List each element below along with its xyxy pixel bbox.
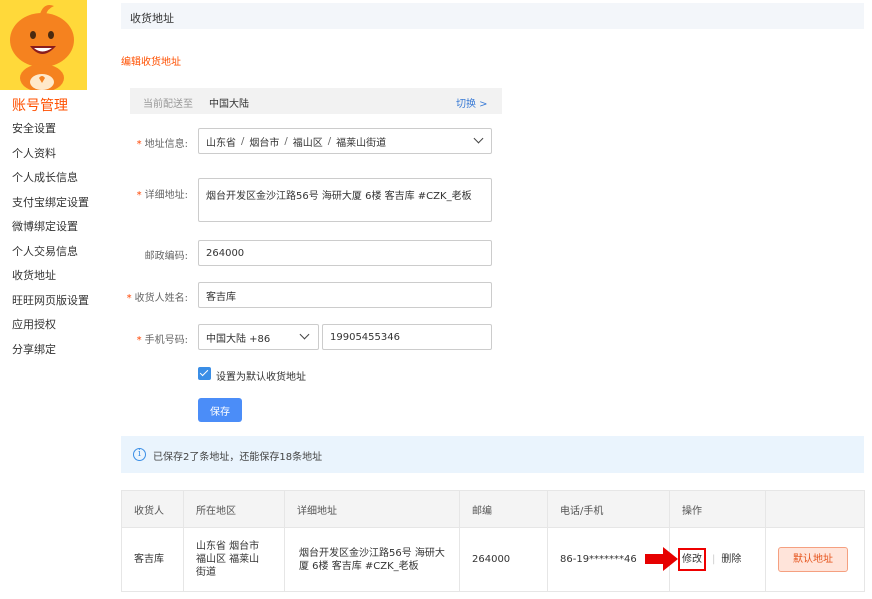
sidebar-item-alipay[interactable]: 支付宝绑定设置 [12,195,89,220]
page-title: 收货地址 [130,12,174,25]
mascot-image [0,0,87,90]
row-receiver: 客吉库 [121,527,184,592]
col-postcode: 邮编 [459,490,548,528]
chevron-down-icon [299,329,310,340]
table-header-row: 收货人 所在地区 详细地址 邮编 电话/手机 操作 [121,490,865,528]
sidebar-item-security[interactable]: 安全设置 [12,121,89,146]
form-title: 编辑收货地址 [121,57,181,68]
save-button[interactable]: 保存 [198,398,242,422]
row-default: 默认地址 [765,527,865,592]
region-value: 中国大陆 [209,99,249,110]
required-mark: * [136,139,142,150]
phone-country-select[interactable]: 中国大陆 +86 [198,324,319,350]
col-phone: 电话/手机 [547,490,670,528]
info-text: 已保存2了条地址，还能保存18条地址 [153,452,323,463]
default-address-button[interactable]: 默认地址 [778,547,848,572]
receiver-name-input[interactable]: 客吉库 [198,282,492,308]
row-operations: 修改 | 删除 [669,527,766,592]
phone-number-input[interactable]: 19905455346 [322,324,492,350]
red-arrow-icon [645,547,678,571]
region-switch-link[interactable]: 切换 > [456,95,488,110]
phone-label: * 手机号码: [136,335,188,346]
address-table: 收货人 所在地区 详细地址 邮编 电话/手机 操作 客吉库 山东省 烟台市 福山… [121,490,865,592]
postcode-input[interactable]: 264000 [198,240,492,266]
page-header: 收货地址 [121,3,864,29]
sidebar-item-app-auth[interactable]: 应用授权 [12,317,89,342]
region-bar: 当前配送至 中国大陆 切换 > [130,88,502,114]
row-postcode: 264000 [459,527,548,592]
district-value: 福山区 [292,137,323,149]
chevron-down-icon [473,133,484,144]
postcode-label: 邮政编码: [144,251,188,262]
address-region-select[interactable]: 山东省 / 烟台市 / 福山区 / 福莱山街道 [198,128,492,154]
detail-address-label: * 详细地址: [136,190,188,201]
col-default [765,490,865,528]
default-address-checkbox[interactable] [198,367,211,380]
col-receiver: 收货人 [121,490,184,528]
delete-link[interactable]: 删除 [721,554,741,565]
address-info-label: * 地址信息: [136,139,188,150]
street-value: 福莱山街道 [336,137,387,149]
edit-link[interactable]: 修改 [678,548,706,571]
province-value: 山东省 [206,137,236,149]
default-address-label[interactable]: 设置为默认收货地址 [216,368,306,383]
sidebar-item-weibo[interactable]: 微博绑定设置 [12,219,89,244]
sidebar-item-address[interactable]: 收货地址 [12,268,89,293]
avatar[interactable] [0,0,87,90]
row-region: 山东省 烟台市 福山区 福莱山 街道 [183,527,285,592]
receiver-name-label: * 收货人姓名: [126,293,188,304]
sidebar-item-share[interactable]: 分享绑定 [12,342,89,367]
sidebar-item-wangwang[interactable]: 旺旺网页版设置 [12,293,89,318]
op-separator: | [712,554,716,565]
table-row: 客吉库 山东省 烟台市 福山区 福莱山 街道 烟台开发区金沙江路56号 海研大厦… [121,527,865,592]
sidebar-item-growth[interactable]: 个人成长信息 [12,170,89,195]
info-icon: i [133,448,146,461]
sidebar-item-trade-info[interactable]: 个人交易信息 [12,244,89,269]
city-value: 烟台市 [249,137,280,149]
col-region: 所在地区 [183,490,285,528]
info-bar: i 已保存2了条地址，还能保存18条地址 [121,436,864,473]
detail-address-textarea[interactable]: 烟台开发区金沙江路56号 海研大厦 6楼 客吉库 #CZK_老板 [198,178,492,222]
col-address: 详细地址 [284,490,460,528]
sidebar-title: 账号管理 [12,98,68,114]
sidebar-menu: 安全设置 个人资料 个人成长信息 支付宝绑定设置 微博绑定设置 个人交易信息 收… [12,121,89,366]
sidebar-item-profile[interactable]: 个人资料 [12,146,89,171]
col-operations: 操作 [669,490,766,528]
region-label: 当前配送至 [143,99,193,110]
row-address: 烟台开发区金沙江路56号 海研大厦 6楼 客吉库 #CZK_老板 [284,527,460,592]
